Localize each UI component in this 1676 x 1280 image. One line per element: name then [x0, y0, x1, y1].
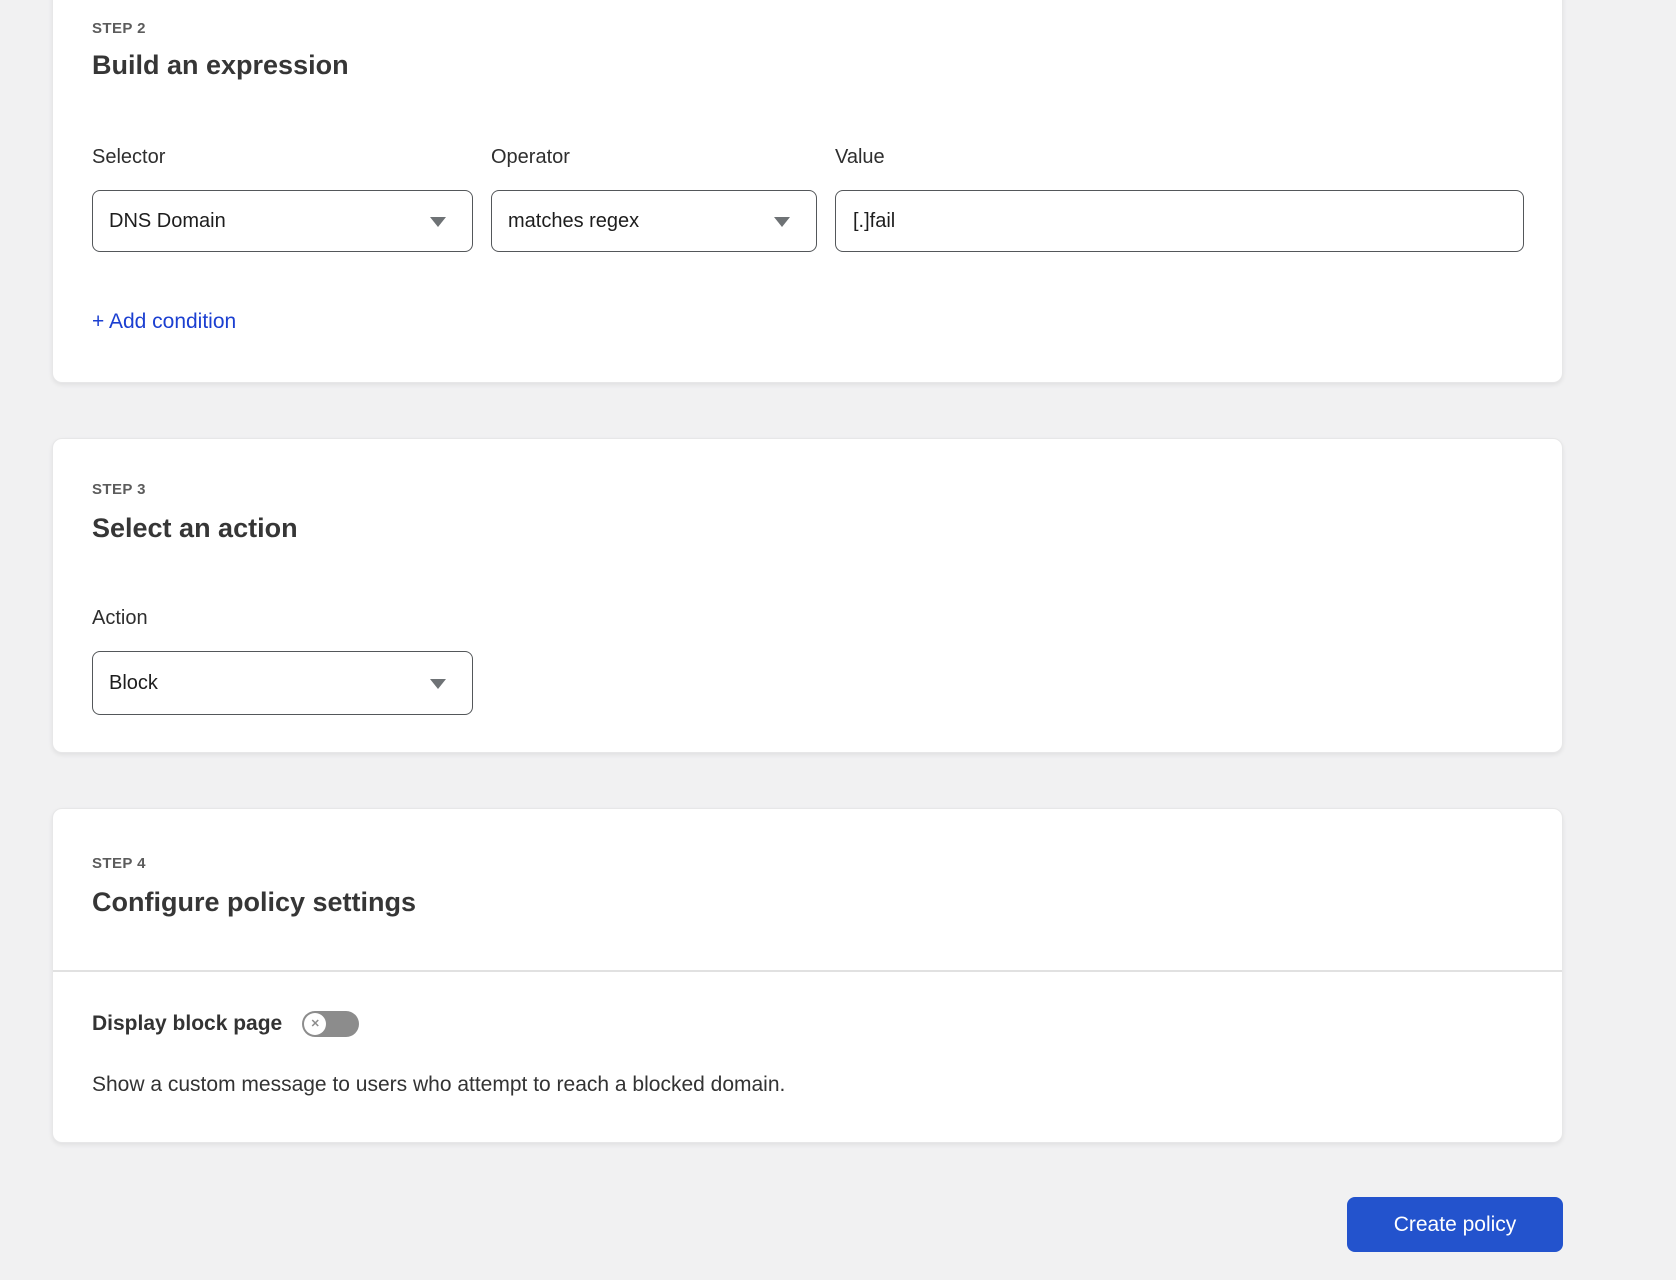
display-block-page-toggle[interactable]: ✕	[302, 1011, 360, 1037]
card-divider	[53, 970, 1562, 972]
toggle-knob-icon: ✕	[304, 1013, 327, 1035]
add-condition-link[interactable]: + Add condition	[92, 310, 236, 334]
action-dropdown[interactable]: Block	[92, 651, 473, 715]
chevron-down-icon	[774, 217, 790, 227]
step3-card: STEP 3 Select an action Action Block	[52, 438, 1563, 753]
step2-card: STEP 2 Build an expression Selector Oper…	[52, 0, 1563, 383]
step4-label: STEP 4	[92, 855, 146, 872]
operator-dropdown[interactable]: matches regex	[491, 190, 817, 252]
create-policy-button[interactable]: Create policy	[1347, 1197, 1563, 1252]
chevron-down-icon	[430, 679, 446, 689]
action-field-label: Action	[92, 607, 148, 629]
operator-field-label: Operator	[491, 146, 570, 168]
selector-field-label: Selector	[92, 146, 166, 168]
value-input[interactable]	[835, 190, 1524, 252]
step3-label: STEP 3	[92, 481, 146, 498]
operator-dropdown-value: matches regex	[508, 209, 640, 232]
step4-title: Configure policy settings	[92, 887, 417, 917]
step3-title: Select an action	[92, 513, 298, 543]
selector-dropdown[interactable]: DNS Domain	[92, 190, 473, 252]
value-field-label: Value	[835, 146, 885, 168]
display-block-page-setting: Display block page ✕	[92, 1011, 360, 1037]
step4-card: STEP 4 Configure policy settings Display…	[52, 808, 1563, 1143]
chevron-down-icon	[430, 217, 446, 227]
step2-label: STEP 2	[92, 20, 146, 37]
selector-dropdown-value: DNS Domain	[109, 209, 226, 232]
display-block-page-description: Show a custom message to users who attem…	[92, 1073, 786, 1096]
x-icon: ✕	[310, 1017, 320, 1030]
dns-policy-builder-page: STEP 2 Build an expression Selector Oper…	[0, 0, 1676, 1280]
display-block-page-label: Display block page	[92, 1012, 283, 1035]
step2-title: Build an expression	[92, 50, 349, 80]
action-dropdown-value: Block	[109, 671, 158, 694]
